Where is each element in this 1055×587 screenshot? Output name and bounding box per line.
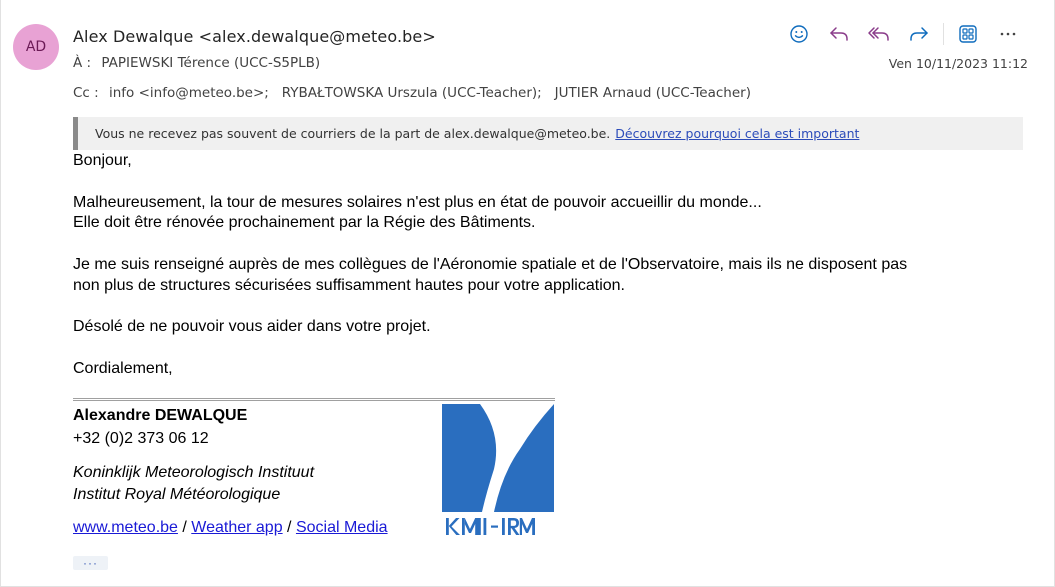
- body-paragraph-1-line-1: Malheureusement, la tour de mesures sola…: [73, 193, 762, 211]
- message-body: Bonjour, Malheureusement, la tour de mes…: [73, 151, 1033, 380]
- kmi-irm-logo: [442, 404, 554, 535]
- logo-wordmark: [446, 518, 535, 535]
- to-line: À : PAPIEWSKI Térence (UCC-S5PLB): [73, 55, 320, 71]
- cc-recipients[interactable]: info <info@meteo.be>; RYBAŁTOWSKA Urszul…: [109, 85, 751, 101]
- toolbar-divider: [943, 23, 944, 45]
- body-paragraph-2-line-1: Je me suis renseigné auprès de mes collè…: [73, 255, 908, 273]
- signature-org-fr: Institut Royal Météorologique: [73, 486, 281, 503]
- forward-button[interactable]: [899, 20, 939, 48]
- weather-app-link[interactable]: Weather app: [191, 519, 282, 536]
- reply-all-icon: [868, 27, 889, 41]
- avatar[interactable]: AD: [13, 24, 59, 70]
- link-separator: /: [177, 519, 192, 536]
- cc-line: Cc : info <info@meteo.be>; RYBAŁTOWSKA U…: [73, 85, 751, 101]
- external-sender-banner: Vous ne recevez pas souvent de courriers…: [73, 117, 1023, 150]
- more-icon: [1000, 32, 1016, 36]
- message-toolbar: [779, 20, 1028, 48]
- to-recipient[interactable]: PAPIEWSKI Térence (UCC-S5PLB): [101, 55, 320, 71]
- reply-all-button[interactable]: [859, 20, 899, 48]
- closing: Cordialement,: [73, 359, 173, 377]
- body-paragraph-2-line-2: non plus de structures sécurisées suffis…: [73, 276, 625, 294]
- link-separator: /: [282, 519, 296, 536]
- forward-icon: [910, 27, 928, 41]
- website-link[interactable]: www.meteo.be: [73, 519, 178, 536]
- reply-icon: [830, 27, 848, 41]
- apps-button[interactable]: [948, 20, 988, 48]
- show-trimmed-content-button[interactable]: ···: [73, 556, 108, 570]
- social-media-link[interactable]: Social Media: [296, 519, 388, 536]
- signature-phone: +32 (0)2 373 06 12: [73, 430, 209, 447]
- received-date: Ven 10/11/2023 11:12: [888, 56, 1028, 71]
- body-paragraph-3: Désolé de ne pouvoir vous aider dans vot…: [73, 318, 431, 336]
- signature-org-nl: Koninklijk Meteorologisch Instituut: [73, 464, 315, 481]
- banner-learn-more-link[interactable]: Découvrez pourquoi cela est important: [615, 126, 859, 141]
- body-paragraph-1-line-2: Elle doit être rénovée prochainement par…: [73, 214, 536, 232]
- cc-label: Cc :: [73, 85, 99, 101]
- sender-name[interactable]: Alex Dewalque <alex.dewalque@meteo.be>: [73, 27, 436, 46]
- signature-name: Alexandre DEWALQUE: [73, 407, 248, 424]
- greeting: Bonjour,: [73, 152, 132, 169]
- more-actions-button[interactable]: [988, 20, 1028, 48]
- apps-icon: [959, 25, 977, 43]
- emoji-button[interactable]: [779, 20, 819, 48]
- emoji-icon: [790, 25, 808, 43]
- signature-links: www.meteo.be / Weather app / Social Medi…: [73, 519, 388, 537]
- banner-text: Vous ne recevez pas souvent de courriers…: [95, 126, 611, 141]
- reply-button[interactable]: [819, 20, 859, 48]
- signature-divider: [73, 398, 555, 401]
- email-reading-pane: AD Alex Dewalque <alex.dewalque@meteo.be…: [0, 0, 1055, 587]
- to-label: À :: [73, 55, 92, 71]
